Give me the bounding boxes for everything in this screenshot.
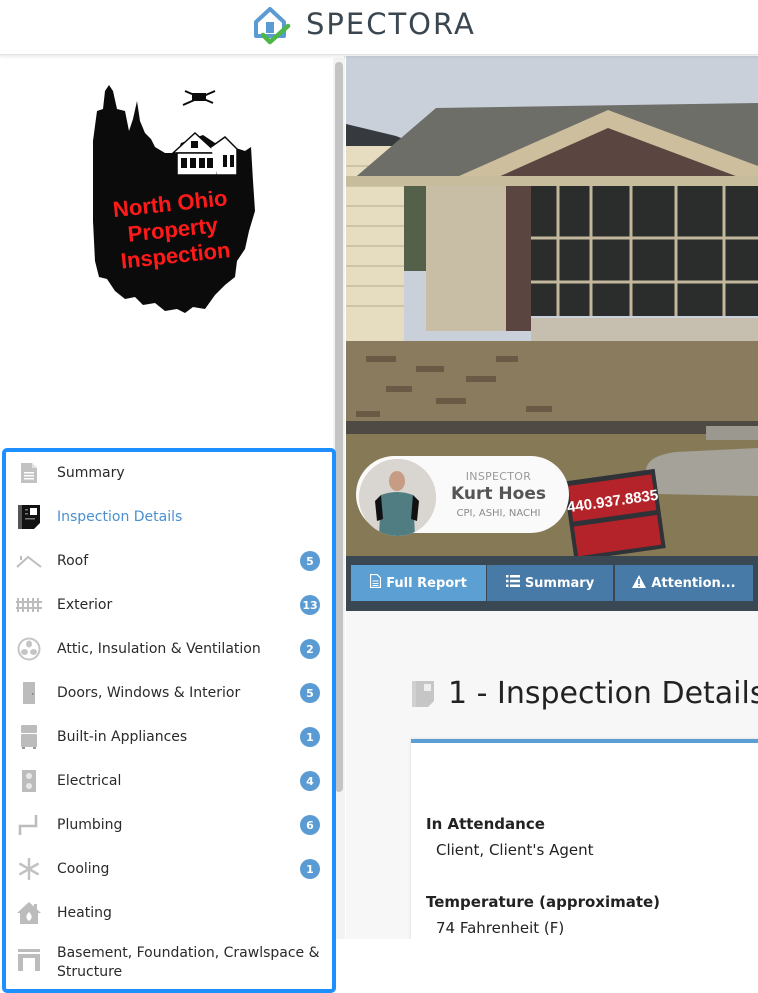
fridge-icon	[16, 724, 42, 750]
nav-item-label: Doors, Windows & Interior	[57, 685, 241, 701]
inspector-avatar	[359, 459, 436, 536]
sidebar: North Ohio Property Inspection Summary I…	[0, 56, 345, 993]
section-title: 1 - Inspection Details	[412, 676, 758, 711]
field-value-in-attendance: Client, Client's Agent	[436, 841, 594, 859]
nav-item-exterior[interactable]: Exterior 13	[10, 583, 330, 627]
foundation-icon	[16, 947, 42, 973]
snowflake-icon	[16, 856, 42, 882]
tab-attention[interactable]: Attention...	[615, 565, 753, 601]
inspector-role: INSPECTOR	[465, 470, 532, 483]
issue-count-badge: 5	[300, 683, 320, 703]
issue-count-badge: 1	[300, 859, 320, 879]
inspection-details-icon	[16, 504, 42, 530]
sidebar-scrollbar-thumb[interactable]	[335, 62, 343, 792]
tab-full-report[interactable]: Full Report	[351, 565, 486, 601]
section-nav: Summary Inspection Details Roof 5 Exteri…	[2, 448, 336, 993]
nav-item-label: Attic, Insulation & Ventilation	[57, 641, 261, 657]
nav-item-cooling[interactable]: Cooling 1	[10, 847, 330, 891]
list-icon	[505, 575, 520, 591]
nav-item-plumbing[interactable]: Plumbing 6	[10, 803, 330, 847]
nav-item-label: Basement, Foundation, Crawlspace & Struc…	[57, 945, 320, 980]
inspection-details-icon	[412, 680, 434, 707]
nav-item-label: Electrical	[57, 773, 122, 789]
document-icon	[16, 460, 42, 486]
roof-icon	[16, 548, 42, 574]
nav-item-label: Heating	[57, 905, 112, 921]
nav-item-inspection-details[interactable]: Inspection Details	[10, 495, 330, 539]
nav-item-label: Summary	[57, 465, 125, 481]
nav-item-basement-foundation-crawlspace-structure[interactable]: Basement, Foundation, Crawlspace & Struc…	[10, 935, 330, 991]
nav-item-electrical[interactable]: Electrical 4	[10, 759, 330, 803]
main-content: 440.937.8835 INSPECTOR Kurt Hoes CPI, AS…	[346, 56, 758, 939]
inspector-name: Kurt Hoes	[451, 484, 546, 504]
tab-label: Attention...	[651, 575, 736, 591]
issue-count-badge: 2	[300, 639, 320, 659]
outlet-icon	[16, 768, 42, 794]
issue-count-badge: 1	[300, 727, 320, 747]
nav-item-label: Built-in Appliances	[57, 729, 188, 745]
report-tabs: Full Report Summary Attention...	[346, 556, 758, 611]
issue-count-badge: 4	[300, 771, 320, 791]
top-header: SPECTORA	[0, 0, 758, 55]
fan-icon	[16, 636, 42, 662]
tab-summary[interactable]: Summary	[487, 565, 613, 601]
tab-label: Summary	[524, 575, 595, 591]
issue-count-badge: 5	[300, 551, 320, 571]
issue-count-badge: 6	[300, 815, 320, 835]
inspector-certifications: CPI, ASHI, NACHI	[456, 508, 541, 519]
door-icon	[16, 680, 42, 706]
brand-name: SPECTORA	[306, 7, 476, 41]
issue-count-badge: 13	[300, 595, 320, 615]
company-logo: North Ohio Property Inspection	[93, 85, 255, 313]
document-icon	[370, 573, 382, 592]
nav-item-label: Plumbing	[57, 817, 123, 833]
nav-item-roof[interactable]: Roof 5	[10, 539, 330, 583]
section-title-text: 1 - Inspection Details	[448, 676, 758, 711]
nav-item-built-in-appliances[interactable]: Built-in Appliances 1	[10, 715, 330, 759]
inspector-card: INSPECTOR Kurt Hoes CPI, ASHI, NACHI	[356, 456, 569, 536]
nav-item-label: Inspection Details	[57, 509, 183, 525]
nav-item-doors-windows-interior[interactable]: Doors, Windows & Interior 5	[10, 671, 330, 715]
nav-item-summary[interactable]: Summary	[10, 451, 330, 495]
details-card: In Attendance Client, Client's Agent Tem…	[411, 739, 758, 939]
report-content: 1 - Inspection Details In Attendance Cli…	[346, 611, 758, 939]
spectora-house-check-icon	[254, 7, 291, 45]
brand-logo[interactable]: SPECTORA	[250, 2, 476, 46]
nav-item-label: Cooling	[57, 861, 110, 877]
nav-item-heating[interactable]: Heating	[10, 891, 330, 935]
warning-icon	[632, 574, 647, 592]
nav-item-attic-insulation-ventilation[interactable]: Attic, Insulation & Ventilation 2	[10, 627, 330, 671]
fence-icon	[16, 592, 42, 618]
nav-item-label: Roof	[57, 553, 89, 569]
field-value-temperature: 74 Fahrenheit (F)	[436, 919, 565, 937]
field-label-temperature: Temperature (approximate)	[426, 893, 661, 911]
field-label-in-attendance: In Attendance	[426, 815, 545, 833]
house-fire-icon	[16, 900, 42, 926]
pipe-icon	[16, 812, 42, 838]
nav-item-label: Exterior	[57, 597, 113, 613]
tab-label: Full Report	[386, 575, 467, 591]
